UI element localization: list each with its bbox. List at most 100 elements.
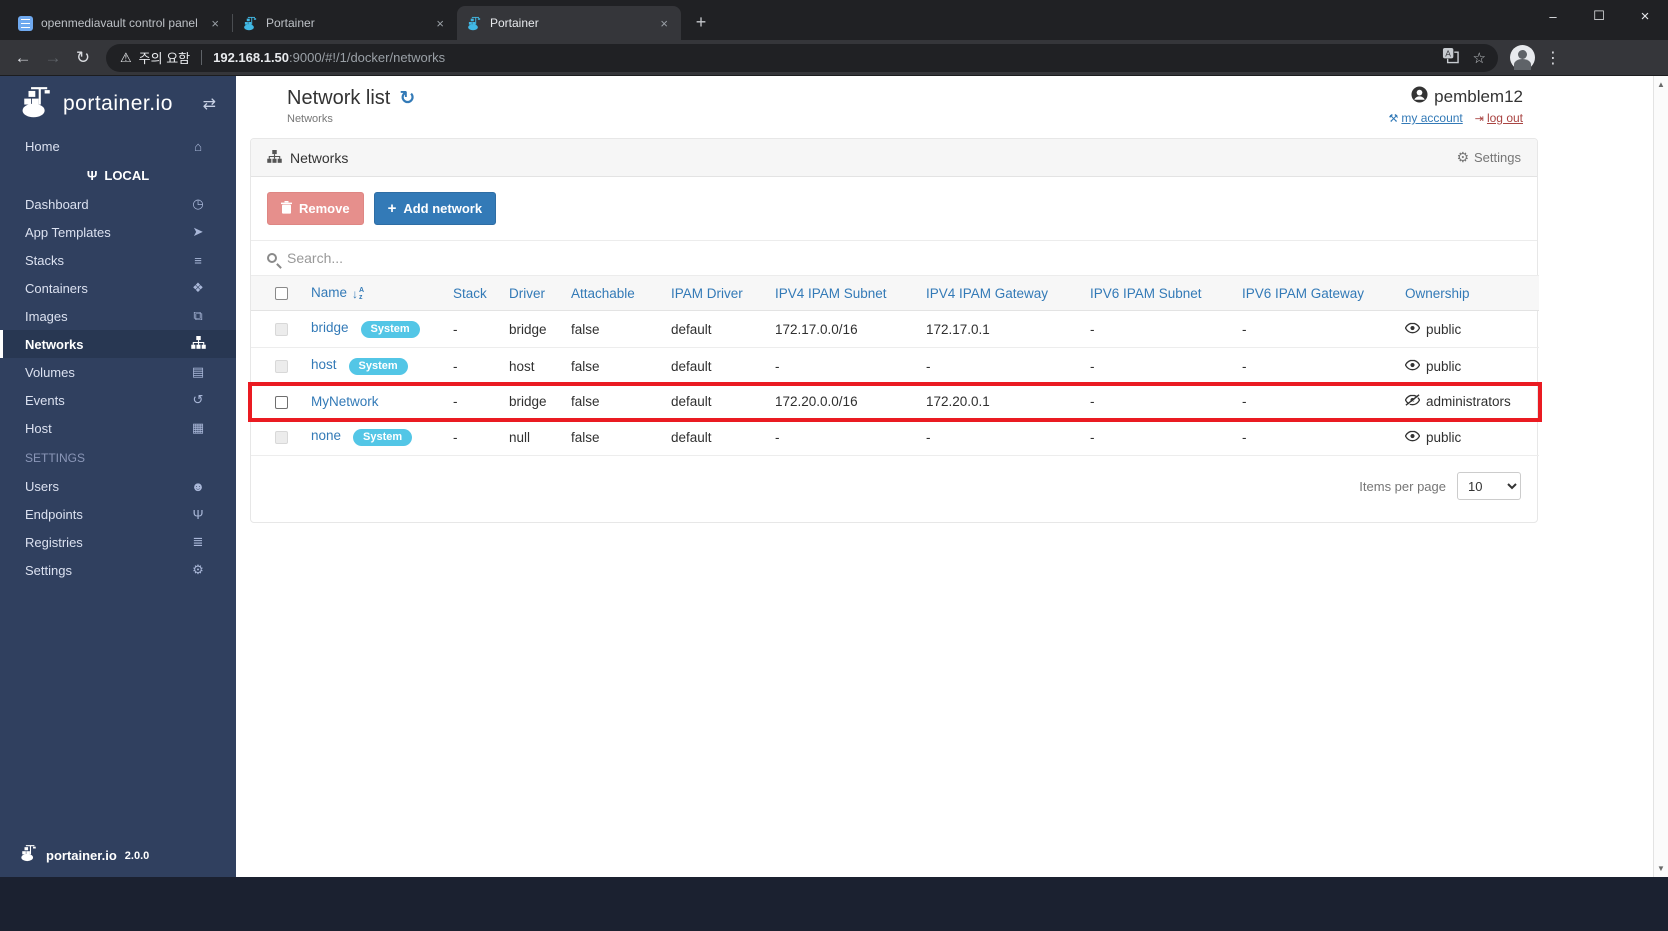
sidebar-item-networks[interactable]: Networks	[0, 330, 236, 358]
tab-close-icon[interactable]: ×	[433, 16, 447, 31]
sidebar-item-label: Images	[25, 308, 68, 324]
new-tab-button[interactable]: +	[687, 8, 715, 36]
browser-menu-icon[interactable]: ⋮	[1545, 48, 1561, 68]
cell-ownership: public	[1404, 359, 1529, 374]
scroll-up-icon[interactable]: ▲	[1654, 80, 1668, 89]
sidebar-item-home[interactable]: Home ⌂	[0, 132, 236, 160]
url-path: :9000/#!/1/docker/networks	[289, 50, 446, 65]
portainer-favicon	[467, 16, 482, 31]
system-badge: System	[353, 429, 413, 446]
cell-ipv4_ipam_gateway: 172.20.0.1	[916, 384, 1080, 419]
browser-tab[interactable]: Portainer ×	[457, 6, 681, 40]
sidebar-item-users[interactable]: Users ☻	[0, 472, 236, 500]
cell-stack: -	[443, 384, 499, 419]
search-input[interactable]	[287, 250, 687, 266]
back-icon[interactable]: ←	[8, 48, 38, 68]
sidebar-item-dashboard[interactable]: Dashboard ◷	[0, 190, 236, 218]
log-out-link[interactable]: ⇥ log out	[1475, 111, 1523, 125]
host-icon: ▦	[191, 420, 205, 435]
close-button[interactable]: ×	[1622, 0, 1668, 32]
remove-button[interactable]: Remove	[267, 192, 364, 225]
sidebar-item-settings[interactable]: Settings ⚙	[0, 556, 236, 584]
scroll-down-icon[interactable]: ▼	[1654, 864, 1668, 873]
desktop-background	[0, 877, 1668, 931]
logout-icon: ⇥	[1474, 113, 1484, 125]
network-link[interactable]: host	[311, 357, 337, 372]
tab-title: Portainer	[490, 16, 539, 30]
security-warning-icon: ⚠	[120, 49, 132, 65]
main-content: Network list ↻ Networks pemblem12 ⚒ my ac…	[236, 76, 1653, 877]
page-title: Network list	[287, 87, 391, 109]
cell-ipv6_ipam_gateway: -	[1232, 418, 1395, 456]
refresh-icon[interactable]: ↻	[399, 87, 415, 110]
column-header-attachable: Attachable	[561, 275, 661, 311]
browser-tab[interactable]: Portainer ×	[233, 6, 457, 40]
items-per-page-select[interactable]: 10	[1457, 472, 1521, 500]
cell-ownership: public	[1404, 430, 1529, 445]
trash-icon	[281, 200, 292, 217]
bookmark-star-icon[interactable]: ☆	[1473, 49, 1486, 67]
widget-title: Networks	[290, 149, 349, 166]
eye-icon	[1404, 322, 1421, 337]
registries-icon: ≣	[192, 534, 204, 549]
tab-close-icon[interactable]: ×	[208, 16, 222, 31]
sidebar-item-app-templates[interactable]: App Templates ➤	[0, 218, 236, 246]
minimize-button[interactable]: –	[1530, 0, 1576, 32]
browser-tab[interactable]: openmediavault control panel - ×	[8, 6, 232, 40]
widget-settings-button[interactable]: ⚙ Settings	[1456, 149, 1521, 166]
sidebar-item-images[interactable]: Images ⧉	[0, 302, 236, 330]
networks-widget: Networks ⚙ Settings Remove + Add network	[248, 138, 1542, 523]
sidebar-item-stacks[interactable]: Stacks ≡	[0, 246, 236, 274]
page-scrollbar[interactable]: ▲ ▼	[1653, 76, 1668, 877]
eye-icon	[1404, 430, 1421, 445]
sidebar-item-label: Volumes	[25, 364, 75, 380]
cell-ipv6_ipam_gateway: -	[1232, 310, 1395, 348]
my-account-link[interactable]: ⚒ my account	[1389, 111, 1463, 125]
cell-attachable: false	[561, 384, 661, 419]
sidebar-item-events[interactable]: Events ↺	[0, 386, 236, 414]
address-bar[interactable]: ⚠ 주의 요함 192.168.1.50 :9000/#!/1/docker/n…	[106, 43, 1498, 72]
select-all-checkbox[interactable]	[275, 287, 288, 301]
plug-icon: Ψ	[86, 167, 98, 183]
column-header-name[interactable]: Name ↓ Az	[301, 275, 443, 311]
column-header-ipv6-ipam-subnet: IPV6 IPAM Subnet	[1080, 275, 1232, 311]
row-checkbox[interactable]	[275, 395, 288, 409]
table-row: none System - null false default - - - - public	[251, 418, 1539, 456]
sidebar-item-label: Containers	[25, 280, 88, 296]
sidebar-footer: portainer.io 2.0.0	[20, 844, 149, 867]
images-icon: ⧉	[193, 308, 203, 323]
sidebar-item-host[interactable]: Host ▦	[0, 414, 236, 442]
network-link[interactable]: none	[311, 428, 341, 443]
endpoint-header-local: Ψ LOCAL	[86, 167, 150, 183]
sidebar-item-containers[interactable]: Containers ❖	[0, 274, 236, 302]
sidebar-logo[interactable]: portainer.io ⇄	[0, 76, 236, 132]
openmediavault-favicon	[18, 15, 33, 31]
search-row	[251, 240, 1537, 275]
reload-icon[interactable]: ↻	[68, 48, 98, 68]
sidebar-item-label: Events	[25, 392, 65, 408]
column-header-ownership: Ownership	[1395, 275, 1539, 311]
wrench-icon: ⚒	[1388, 113, 1399, 125]
sidebar-item-volumes[interactable]: Volumes ▤	[0, 358, 236, 386]
cell-ipv4_ipam_subnet: -	[765, 418, 916, 456]
portainer-logo-icon	[20, 85, 54, 124]
maximize-button[interactable]: ☐	[1576, 0, 1622, 32]
network-link[interactable]: MyNetwork	[311, 394, 379, 409]
add-network-button[interactable]: + Add network	[373, 192, 497, 225]
cell-stack: -	[443, 310, 499, 348]
tab-close-icon[interactable]: ×	[657, 16, 671, 31]
browser-profile-avatar[interactable]	[1510, 45, 1535, 70]
events-icon: ↺	[192, 392, 204, 407]
sidebar-item-endpoints[interactable]: Endpoints Ψ	[0, 500, 236, 528]
tab-title: openmediavault control panel -	[41, 16, 201, 30]
sitemap-icon	[267, 149, 282, 166]
search-icon	[267, 253, 277, 263]
network-link[interactable]: bridge	[311, 320, 349, 335]
sidebar-collapse-icon[interactable]: ⇄	[203, 94, 216, 114]
translate-icon[interactable]: A	[1442, 47, 1459, 69]
cell-ipv4_ipam_gateway: -	[916, 347, 1080, 385]
cell-ipv6_ipam_gateway: -	[1232, 347, 1395, 385]
forward-icon[interactable]: →	[38, 48, 68, 68]
sidebar-item-registries[interactable]: Registries ≣	[0, 528, 236, 556]
containers-icon: ❖	[192, 280, 204, 295]
